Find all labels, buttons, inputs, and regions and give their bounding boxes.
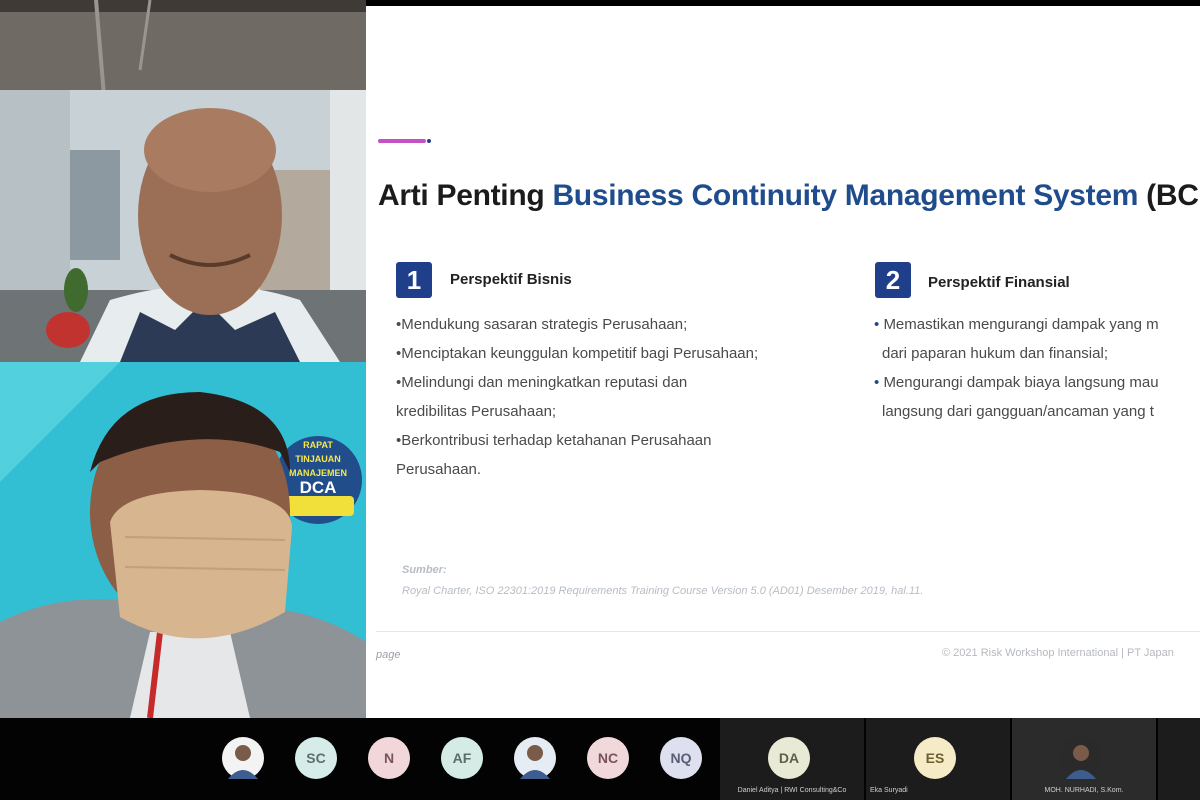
participant-avatar[interactable]: NQ [660, 737, 702, 779]
bullet-line: •Melindungi dan meningkatkan reputasi da… [396, 374, 688, 391]
participant-initials: ES [925, 750, 945, 766]
participant-name-caption: Eka Suryadi [870, 787, 908, 794]
participant-tile[interactable] [1158, 718, 1200, 800]
participants-bar: SC N AF NC NQ DA ES Daniel Aditya | RWI Consul… [0, 718, 1200, 800]
bullet-dot: • [874, 316, 880, 333]
participant-name-caption: Daniel Aditya | RWI Consulting&Co [737, 787, 847, 794]
participant-avatar[interactable]: NC [587, 737, 629, 779]
bullet-text: Mengurangi dampak biaya langsung mau [883, 374, 1159, 391]
slide-title: Arti Penting Business Continuity Managem… [378, 179, 1199, 213]
participant-video-tile-1[interactable] [0, 0, 366, 362]
footer-page-label: page [376, 649, 401, 661]
bullet-line: •Berkontribusi terhadap ketahanan Perusa… [396, 432, 712, 449]
participant-avatar[interactable]: SC [295, 737, 337, 779]
participant-avatar-photo[interactable] [222, 737, 264, 779]
slide-title-prefix: Arti Penting [378, 179, 553, 212]
perspective-business-heading: Perspektif Bisnis [450, 271, 572, 288]
bullet-line: •Menciptakan keunggulan kompetitif bagi … [396, 345, 759, 362]
source-citation: Royal Charter, ISO 22301:2019 Requiremen… [402, 585, 924, 597]
participant-initials: SC [306, 750, 326, 766]
bullet-line: • Memastikan mengurangi dampak yang m [874, 310, 1159, 339]
participant-avatar[interactable]: AF [441, 737, 483, 779]
slide-accent-line [378, 139, 426, 143]
participant-avatar[interactable]: DA [768, 737, 810, 779]
participant-initials: N [383, 750, 395, 766]
perspective-financial-heading: Perspektif Finansial [928, 274, 1070, 291]
banner-line: TINJAUAN [295, 454, 341, 464]
bullet-text: Memastikan mengurangi dampak yang m [883, 316, 1159, 333]
slide-accent-dot [427, 139, 431, 143]
participant-video-feed [0, 0, 366, 362]
participant-video-feed: RAPAT TINJAUAN MANAJEMEN DCA [0, 362, 366, 718]
participant-initials: NQ [670, 750, 692, 766]
participant-video-tile-2[interactable]: RAPAT TINJAUAN MANAJEMEN DCA [0, 362, 366, 718]
perspective-number-badge: 1 [396, 262, 432, 298]
banner-line: MANAJEMEN [289, 468, 347, 478]
slide-title-suffix: (BC [1138, 179, 1199, 212]
slide-title-highlight: Business Continuity Management System [552, 179, 1139, 212]
footer-copyright: © 2021 Risk Workshop International | PT … [942, 647, 1174, 659]
bullet-line: •Mendukung sasaran strategis Perusahaan; [396, 316, 688, 333]
participant-name-caption: MOH. NURHADI, S.Kom. [1044, 787, 1124, 794]
bullet-line: kredibilitas Perusahaan; [396, 403, 557, 420]
banner-line: DCA [300, 478, 337, 497]
participant-initials: AF [452, 750, 472, 766]
participant-avatar-photo[interactable] [1060, 737, 1102, 779]
participant-avatar[interactable]: N [368, 737, 410, 779]
profile-photo-icon [228, 745, 258, 779]
perspective-number-badge: 2 [875, 262, 911, 298]
participant-initials: DA [778, 750, 800, 766]
banner-line: RAPAT [303, 440, 333, 450]
profile-photo-icon [1066, 745, 1096, 779]
participant-avatar[interactable]: ES [914, 737, 956, 779]
participant-initials: NC [597, 750, 619, 766]
source-label: Sumber: [402, 564, 447, 576]
profile-photo-icon [520, 745, 550, 779]
bullet-dot: • [874, 374, 880, 391]
footer-divider [376, 631, 1200, 632]
bullet-line: langsung dari gangguan/ancaman yang t [882, 403, 1154, 420]
bullet-line: • Mengurangi dampak biaya langsung mau [874, 368, 1159, 397]
bullet-line: dari paparan hukum dan finansial; [882, 345, 1108, 362]
participant-avatar-photo[interactable] [514, 737, 556, 779]
bullet-line: Perusahaan. [396, 461, 482, 478]
perspective-business-bullets: •Mendukung sasaran strategis Perusahaan;… [396, 310, 758, 484]
shared-presentation-slide: Arti Penting Business Continuity Managem… [366, 6, 1200, 718]
